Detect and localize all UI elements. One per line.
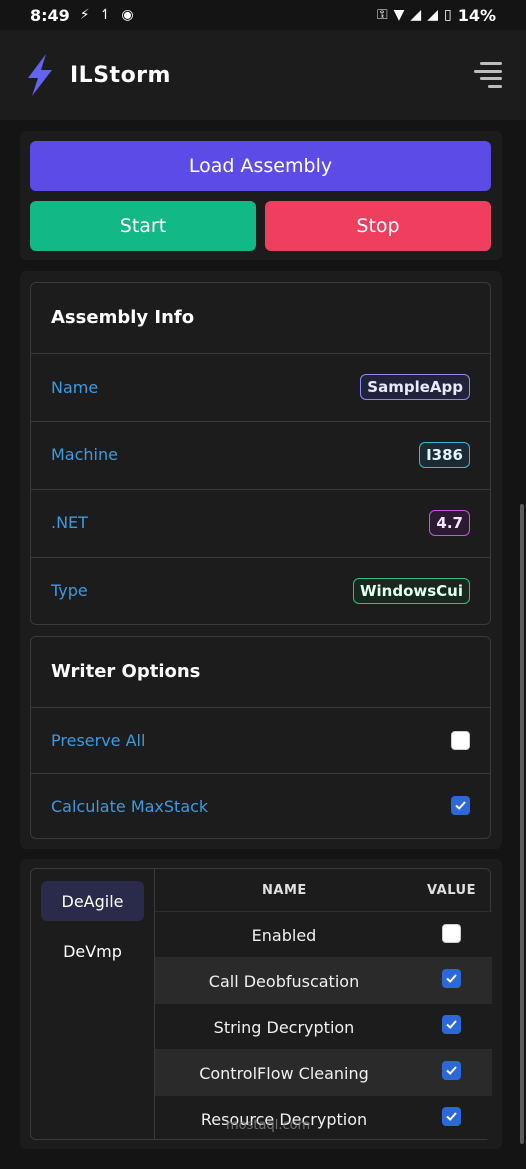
signal-icon: ◢: [410, 7, 422, 23]
start-button[interactable]: Start: [30, 201, 256, 251]
calculate-maxstack-checkbox[interactable]: [451, 796, 470, 815]
divider: [31, 707, 490, 708]
bolt-logo-icon: [28, 54, 52, 96]
preserve-all-label: Preserve All: [51, 731, 146, 750]
divider: [31, 421, 490, 422]
tab-devmp[interactable]: DeVmp: [41, 931, 144, 971]
column-header-name: NAME: [262, 883, 307, 898]
writer-options-panel: Writer Options Preserve All Calculate Ma…: [30, 636, 491, 839]
notification-icon-3: ◉: [121, 7, 134, 23]
tab-deagile[interactable]: DeAgile: [41, 881, 144, 921]
resource-decryption-checkbox[interactable]: [442, 1107, 461, 1126]
dotnet-badge: 4.7: [429, 510, 470, 536]
preserve-all-checkbox[interactable]: [451, 731, 470, 750]
call-deobfuscation-checkbox[interactable]: [442, 969, 461, 988]
notification-icon-2: ↿: [99, 7, 112, 23]
dotnet-label: .NET: [51, 513, 88, 532]
machine-badge: I386: [419, 442, 470, 468]
machine-label: Machine: [51, 445, 118, 464]
wifi-icon: ▼: [393, 7, 405, 23]
divider: [31, 557, 490, 558]
option-name: ControlFlow Cleaning: [199, 1064, 369, 1083]
hamburger-menu-icon[interactable]: [474, 62, 502, 88]
table-row: ControlFlow Cleaning: [155, 1049, 492, 1095]
vpn-key-icon: ⚿: [376, 7, 388, 23]
type-badge: WindowsCui: [352, 578, 470, 604]
notification-icon: ⚡: [79, 7, 90, 23]
calculate-maxstack-label: Calculate MaxStack: [51, 797, 209, 816]
status-time: 8:49: [30, 5, 70, 25]
divider: [31, 353, 490, 354]
battery-icon: ▯: [443, 7, 452, 23]
stop-button[interactable]: Stop: [265, 201, 491, 251]
divider: [31, 773, 490, 774]
table-row: Resource Decryption: [155, 1095, 492, 1139]
writer-options-title: Writer Options: [51, 661, 201, 682]
name-label: Name: [51, 378, 99, 397]
status-bar: 8:49 ⚡ ↿ ◉ ⚿ ▼ ◢ ◢ ▯ 14%: [0, 0, 526, 30]
options-table: NAME VALUE Enabled Call Deobfuscation St…: [154, 869, 492, 1139]
option-name: Call Deobfuscation: [208, 972, 360, 991]
scrollbar[interactable]: [520, 504, 524, 1144]
divider: [31, 489, 490, 490]
watermark: mostaql.com: [226, 1118, 311, 1133]
option-name: String Decryption: [213, 1018, 355, 1037]
enabled-checkbox[interactable]: [442, 924, 461, 943]
load-assembly-button[interactable]: Load Assembly: [30, 141, 491, 191]
controlflow-cleaning-checkbox[interactable]: [442, 1061, 461, 1080]
assembly-info-title: Assembly Info: [51, 307, 195, 328]
signal-icon-2: ◢: [427, 7, 438, 23]
table-row: Call Deobfuscation: [155, 957, 492, 1003]
table-row: Enabled: [155, 911, 492, 957]
app-header: ILStorm: [0, 30, 526, 120]
type-label: Type: [51, 581, 88, 600]
string-decryption-checkbox[interactable]: [442, 1015, 461, 1034]
assembly-info-panel: Assembly Info Name SampleApp Machine I38…: [30, 282, 491, 625]
column-header-value: VALUE: [427, 883, 476, 898]
brand-name: ILStorm: [70, 62, 171, 88]
name-badge: SampleApp: [360, 374, 470, 400]
table-row: String Decryption: [155, 1003, 492, 1049]
option-name: Enabled: [251, 926, 317, 945]
battery-percent: 14%: [457, 5, 496, 25]
deobfuscators-panel: DeAgile DeVmp NAME VALUE Enabled Call De…: [30, 868, 492, 1140]
